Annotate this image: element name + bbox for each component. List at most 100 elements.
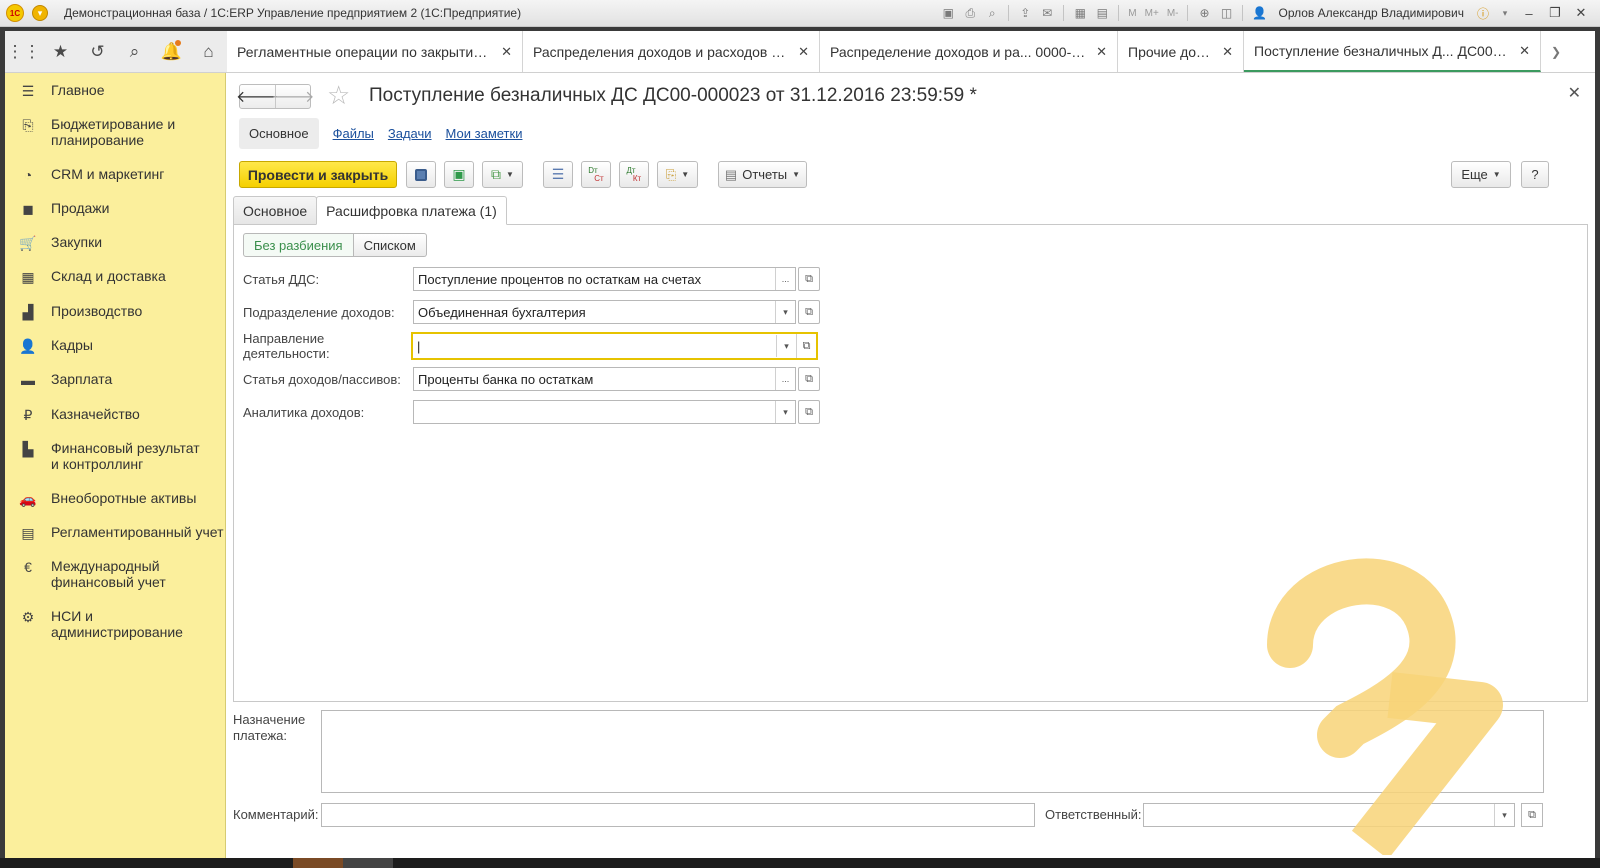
tab-distributions[interactable]: Распределения доходов и расходов по н...… (523, 31, 820, 72)
income-analytics-input[interactable]: ▾ (413, 400, 796, 424)
tabs-more-icon[interactable]: ❯ (1541, 31, 1571, 72)
no-split-button[interactable]: Без разбиения (243, 233, 354, 257)
list-mode-button[interactable]: Списком (353, 233, 427, 257)
sidebar-item-label: Производство (51, 303, 143, 319)
close-icon[interactable]: ✕ (501, 44, 512, 60)
sidebar-item-label: CRM и маркетинг (51, 166, 165, 182)
tab-other-income[interactable]: Прочие доходы ✕ (1118, 31, 1244, 72)
favorite-star-icon[interactable]: ☆ (327, 82, 350, 108)
restore-button[interactable]: ❐ (1544, 5, 1566, 21)
nav-tasks-link[interactable]: Задачи (388, 126, 432, 141)
minimize-button[interactable]: – (1518, 6, 1540, 21)
apps-grid-icon[interactable]: ⋮⋮ (5, 31, 42, 73)
more-button[interactable]: Еще ▼ (1451, 161, 1511, 188)
upload-icon[interactable]: ⇪ (1016, 4, 1034, 22)
sidebar-item-salary[interactable]: ▬ Зарплата (5, 371, 226, 388)
mail-icon[interactable]: ✉ (1038, 4, 1056, 22)
chevron-down-icon[interactable]: ▾ (1496, 4, 1514, 22)
sidebar-item-crm[interactable]: ◔ CRM и маркетинг (5, 166, 226, 183)
comment-input[interactable] (321, 803, 1035, 827)
tab-distribution-doc[interactable]: Распределение доходов и ра... 0000-00000… (820, 31, 1118, 72)
cash-flow-item-input[interactable]: Поступление процентов по остаткам на сче… (413, 267, 796, 291)
sidebar-item-fin-result[interactable]: ▙ Финансовый результат и контроллинг (5, 440, 226, 472)
dt-kt-button[interactable]: Дт Кт (619, 161, 649, 188)
home-icon[interactable]: ⌂ (190, 31, 227, 73)
chevron-down-icon[interactable]: ▾ (775, 301, 795, 323)
activity-direction-input[interactable]: | ▾ ⧉ (411, 332, 818, 360)
back-arrow-icon[interactable]: 🡐 (236, 85, 279, 108)
open-icon[interactable]: ⧉ (1521, 803, 1543, 827)
memory-plus-button[interactable]: M+ (1145, 8, 1159, 19)
sidebar-item-regulated[interactable]: ▤ Регламентированный учет (5, 524, 226, 542)
taskbar-app[interactable] (343, 858, 393, 868)
create-based-on-button[interactable]: ⧉ ▼ (482, 161, 523, 188)
chevron-down-icon[interactable]: ▾ (1494, 804, 1514, 826)
preview-icon[interactable]: ⌕ (983, 4, 1001, 22)
reports-button[interactable]: ▤ Отчеты ▼ (718, 161, 807, 188)
close-icon[interactable]: ✕ (1519, 43, 1530, 59)
open-icon[interactable]: ⧉ (798, 367, 820, 391)
sidebar-item-production[interactable]: ▟ Производство (5, 303, 226, 321)
close-icon[interactable]: ✕ (798, 44, 809, 60)
select-ellipsis-icon[interactable]: ... (775, 268, 795, 290)
nav-main[interactable]: Основное (239, 118, 319, 149)
close-form-icon[interactable]: ✕ (1568, 83, 1581, 103)
info-icon[interactable]: ⓘ (1474, 4, 1492, 22)
memory-minus-button[interactable]: M- (1167, 8, 1179, 19)
post-button[interactable]: ▣ (444, 161, 474, 188)
sidebar-item-hr[interactable]: 👤 Кадры (5, 337, 226, 355)
spreadsheet-icon[interactable]: ▦ (1071, 4, 1089, 22)
calendar-icon[interactable]: ▤ (1093, 4, 1111, 22)
sidebar-item-warehouse[interactable]: ▦ Склад и доставка (5, 268, 226, 286)
tab-basic[interactable]: Основное (233, 196, 318, 225)
post-and-close-button[interactable]: Провести и закрыть (239, 161, 397, 188)
responsible-input[interactable]: ▾ (1143, 803, 1515, 827)
sidebar-item-admin[interactable]: ⚙ НСИ и администрирование (5, 608, 226, 640)
close-window-button[interactable]: ✕ (1570, 5, 1592, 21)
current-user[interactable]: Орлов Александр Владимирович (1278, 6, 1464, 20)
sidebar-item-ifrs[interactable]: € Международный финансовый учет (5, 558, 226, 590)
notifications-bell-icon[interactable]: 🔔 (153, 31, 190, 73)
print-icon[interactable]: ⎙ (961, 4, 979, 22)
sidebar-item-budgeting[interactable]: ⎘ Бюджетирование и планирование (5, 116, 226, 148)
tab-bank-receipt[interactable]: Поступление безналичных Д... ДС00-000023… (1244, 31, 1541, 72)
structure-button[interactable]: ☰ (543, 161, 573, 188)
sidebar-item-label: Регламентированный учет (51, 524, 224, 540)
tab-regl-operations[interactable]: Регламентные операции по закрытию мес...… (227, 31, 523, 72)
income-department-input[interactable]: Объединенная бухгалтерия ▾ (413, 300, 796, 324)
help-button[interactable]: ? (1521, 161, 1549, 188)
attach-button[interactable]: ⎘ ▼ (657, 161, 698, 188)
nav-notes-link[interactable]: Мои заметки (446, 126, 523, 141)
zoom-icon[interactable]: ⊕ (1195, 4, 1213, 22)
dt-ct-button[interactable]: Dт Cт (581, 161, 611, 188)
write-button[interactable] (406, 161, 436, 188)
close-icon[interactable]: ✕ (1096, 44, 1107, 60)
tab-payment-breakdown[interactable]: Расшифровка платежа (1) (316, 196, 507, 225)
chevron-down-icon[interactable]: ▾ (776, 335, 796, 357)
nav-files-link[interactable]: Файлы (333, 126, 374, 141)
sidebar-item-purchases[interactable]: 🛒 Закупки (5, 234, 226, 252)
save-icon[interactable]: ▣ (939, 4, 957, 22)
sidebar-item-treasury[interactable]: ₽ Казначейство (5, 406, 226, 424)
sidebar-item-main[interactable]: ☰ Главное (5, 82, 226, 100)
panels-icon[interactable]: ◫ (1217, 4, 1235, 22)
taskbar-app[interactable] (293, 858, 343, 868)
open-icon[interactable]: ⧉ (798, 400, 820, 424)
memory-button[interactable]: M (1128, 8, 1136, 19)
open-icon[interactable]: ⧉ (798, 300, 820, 324)
favorites-star-icon[interactable]: ★ (42, 31, 79, 73)
sidebar-item-sales[interactable]: ◼ Продажи (5, 200, 226, 218)
select-ellipsis-icon[interactable]: ... (775, 368, 795, 390)
forward-arrow-icon[interactable]: 🡒 (272, 85, 314, 108)
app-logo-icon[interactable]: 1С (6, 4, 24, 22)
close-icon[interactable]: ✕ (1222, 44, 1233, 60)
sidebar-item-fixed-assets[interactable]: 🚗 Внеоборотные активы (5, 490, 226, 508)
payment-purpose-input[interactable] (321, 710, 1544, 793)
income-item-input[interactable]: Проценты банка по остаткам ... (413, 367, 796, 391)
open-icon[interactable]: ⧉ (798, 267, 820, 291)
chevron-down-icon[interactable]: ▾ (775, 401, 795, 423)
history-icon[interactable]: ↺ (79, 31, 116, 73)
open-icon[interactable]: ⧉ (796, 334, 816, 358)
main-menu-icon[interactable]: ▾ (32, 5, 48, 21)
search-icon[interactable]: ⌕ (116, 31, 153, 73)
